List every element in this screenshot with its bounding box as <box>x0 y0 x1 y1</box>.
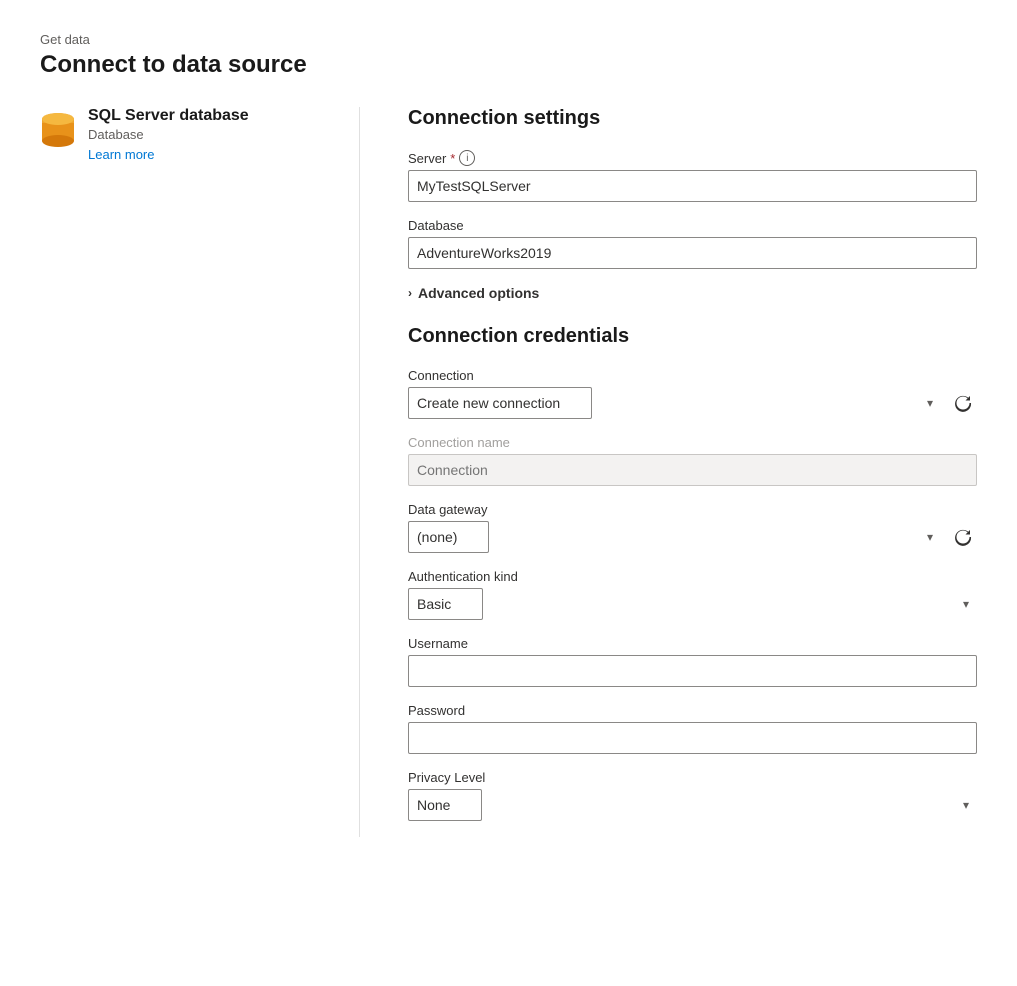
auth-kind-field-group: Authentication kind Basic ▾ <box>408 569 977 620</box>
database-field-group: Database <box>408 218 977 269</box>
source-type: Database <box>88 127 249 142</box>
server-input[interactable] <box>408 170 977 202</box>
source-details: SQL Server database Database Learn more <box>88 107 249 164</box>
connection-label: Connection <box>408 368 977 383</box>
connection-name-field-group: Connection name <box>408 435 977 486</box>
advanced-options-toggle[interactable]: › Advanced options <box>408 285 977 301</box>
breadcrumb: Get data <box>40 32 977 47</box>
password-input[interactable] <box>408 722 977 754</box>
password-label: Password <box>408 703 977 718</box>
server-info-icon[interactable]: i <box>459 150 475 166</box>
connection-chevron-icon: ▾ <box>927 396 933 410</box>
data-gateway-select-wrapper: (none) ▾ <box>408 521 977 553</box>
page-title: Connect to data source <box>40 51 977 79</box>
data-gateway-chevron-icon: ▾ <box>927 530 933 544</box>
refresh-icon <box>954 394 972 412</box>
source-name: SQL Server database <box>88 107 249 125</box>
connection-field-group: Connection Create new connection ▾ <box>408 368 977 419</box>
privacy-level-field-group: Privacy Level None ▾ <box>408 770 977 821</box>
database-input[interactable] <box>408 237 977 269</box>
db-icon <box>40 111 76 156</box>
right-panel: Connection settings Server * i Database … <box>360 107 977 837</box>
connection-settings-title: Connection settings <box>408 107 977 130</box>
privacy-level-label: Privacy Level <box>408 770 977 785</box>
auth-kind-chevron-icon: ▾ <box>963 597 969 611</box>
credentials-title: Connection credentials <box>408 325 977 348</box>
connection-name-input[interactable] <box>408 454 977 486</box>
data-gateway-label: Data gateway <box>408 502 977 517</box>
credentials-section: Connection credentials Connection Create… <box>408 325 977 821</box>
auth-kind-select[interactable]: Basic <box>408 588 483 620</box>
advanced-options-label: Advanced options <box>418 285 539 301</box>
auth-kind-label: Authentication kind <box>408 569 977 584</box>
server-label: Server * i <box>408 150 977 166</box>
connection-name-label: Connection name <box>408 435 977 450</box>
connection-select-wrapper: Create new connection ▾ <box>408 387 977 419</box>
username-field-group: Username <box>408 636 977 687</box>
left-panel: SQL Server database Database Learn more <box>40 107 360 837</box>
username-label: Username <box>408 636 977 651</box>
password-field-group: Password <box>408 703 977 754</box>
connection-refresh-button[interactable] <box>949 389 977 417</box>
connection-select[interactable]: Create new connection <box>408 387 592 419</box>
database-label: Database <box>408 218 977 233</box>
server-field-group: Server * i <box>408 150 977 202</box>
server-required: * <box>450 151 455 166</box>
refresh-icon <box>954 528 972 546</box>
data-gateway-refresh-button[interactable] <box>949 523 977 551</box>
privacy-level-chevron-icon: ▾ <box>963 798 969 812</box>
username-input[interactable] <box>408 655 977 687</box>
advanced-options-chevron-icon: › <box>408 286 412 300</box>
data-gateway-field-group: Data gateway (none) ▾ <box>408 502 977 553</box>
data-gateway-select[interactable]: (none) <box>408 521 489 553</box>
privacy-level-select[interactable]: None <box>408 789 482 821</box>
learn-more-link[interactable]: Learn more <box>88 147 154 162</box>
